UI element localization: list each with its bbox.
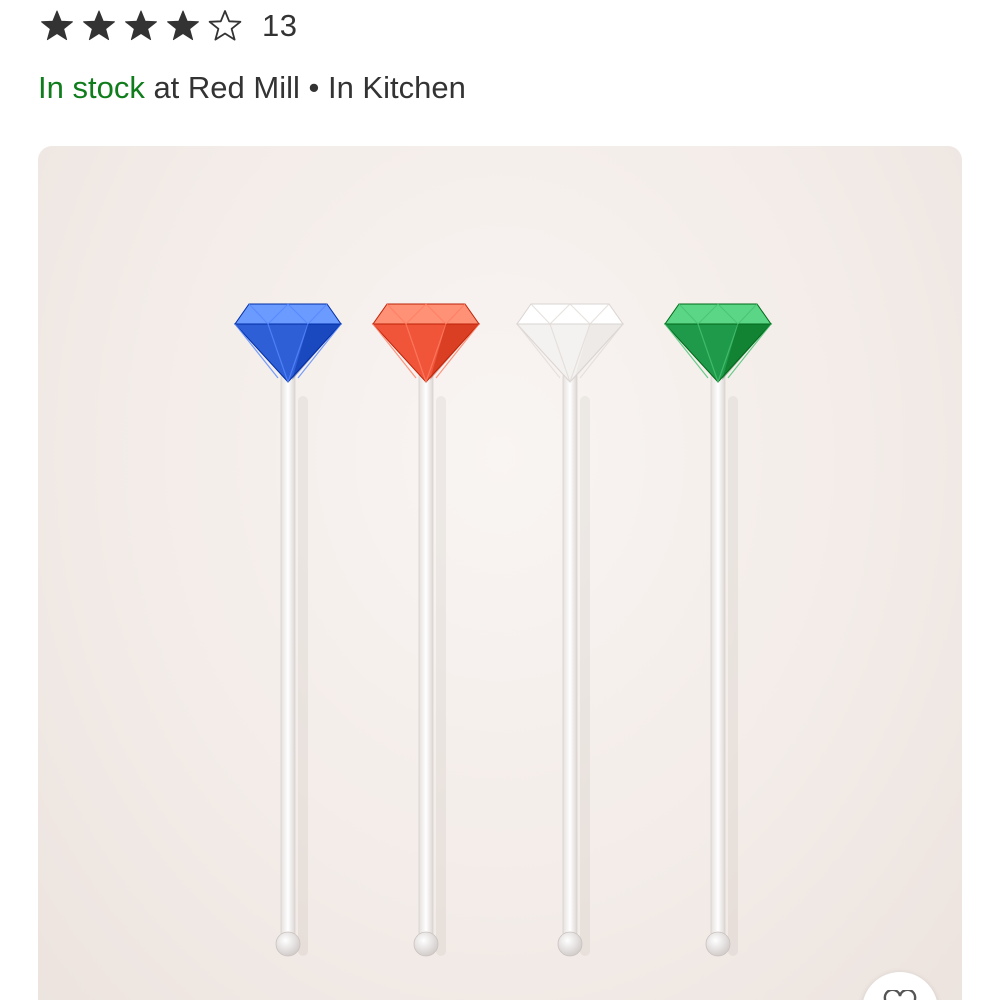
star-rating	[40, 9, 250, 43]
rating-summary[interactable]: 13	[40, 6, 297, 46]
product-detail-page: 13 In stock at Red Mill • In Kitchen	[0, 0, 1000, 1000]
review-count[interactable]: 13	[262, 8, 297, 44]
clear-gem-stirrer	[515, 303, 625, 957]
star-icon	[40, 9, 74, 43]
star-icon	[82, 9, 116, 43]
blue-gem-stirrer	[233, 303, 343, 957]
red-gem-stirrer	[371, 303, 481, 957]
store-location[interactable]: at Red Mill • In Kitchen	[145, 70, 465, 105]
product-image[interactable]	[38, 146, 962, 1000]
star-icon	[208, 9, 242, 43]
availability-info: In stock at Red Mill • In Kitchen	[38, 70, 466, 106]
heart-icon	[883, 990, 917, 1000]
green-gem-stirrer	[663, 303, 773, 957]
star-icon	[166, 9, 200, 43]
star-icon	[124, 9, 158, 43]
stock-status: In stock	[38, 70, 145, 105]
product-photo	[233, 303, 773, 957]
